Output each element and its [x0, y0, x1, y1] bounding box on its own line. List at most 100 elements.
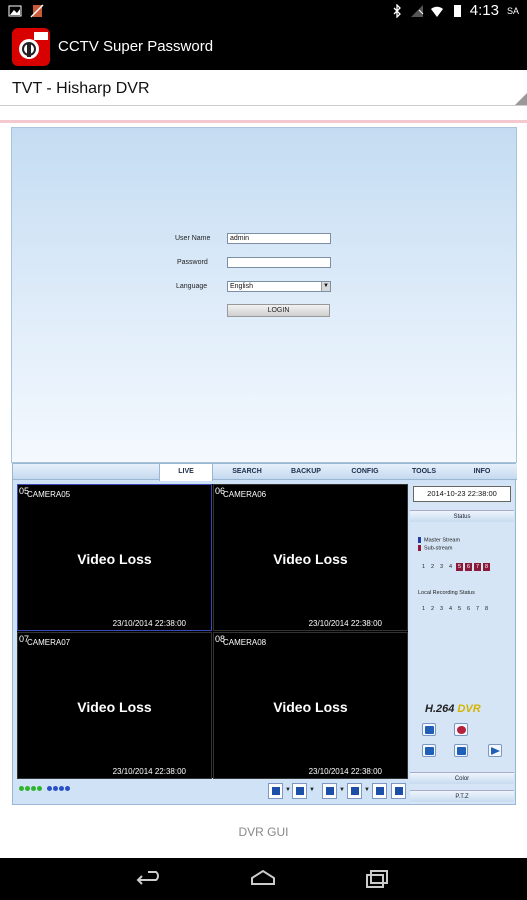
tab-info[interactable]: INFO [455, 464, 509, 480]
microphone-icon [457, 726, 466, 734]
channel-indicator: 8 [484, 606, 489, 612]
app-title: CCTV Super Password [58, 38, 214, 55]
record-icon [425, 726, 434, 734]
legend-label: Sub-stream [424, 545, 453, 552]
tab-search[interactable]: SEARCH [220, 464, 274, 480]
language-value: English [230, 283, 253, 290]
channel-indicator: 7 [474, 563, 481, 571]
local-recording-label: Local Recording Status [418, 590, 475, 596]
channel-indicator: 7 [475, 606, 480, 612]
video-status: Video Loss [77, 699, 152, 715]
channel-indicator: 4 [448, 564, 453, 570]
camera-name: CAMERA08 [223, 638, 267, 647]
camera-tile[interactable]: 08 CAMERA08 Video Loss 23/10/2014 22:38:… [213, 632, 408, 779]
recording-channel-row: 1 2 3 4 5 6 7 8 [420, 605, 490, 613]
speaker-icon [395, 787, 403, 795]
image-icon [8, 5, 22, 17]
record-button[interactable] [422, 723, 436, 736]
username-field[interactable]: admin [227, 233, 331, 244]
wifi-icon [430, 6, 443, 17]
status-dot-green [19, 786, 24, 791]
dropdown-arrow-icon[interactable]: ▼ [309, 787, 315, 793]
no-sim-icon [30, 4, 44, 18]
dropdown-arrow-icon[interactable]: ▼ [321, 282, 330, 291]
quad-view-icon [296, 787, 304, 795]
channel-indicator: 2 [430, 606, 435, 612]
status-dot-green [31, 786, 36, 791]
channel-indicator: 3 [439, 606, 444, 612]
channel-indicator: 5 [456, 563, 463, 571]
ptz-section-header[interactable]: P.T.Z [410, 790, 514, 802]
image-caption: DVR GUI [238, 825, 289, 839]
camera-name: CAMERA05 [27, 490, 71, 499]
back-icon[interactable] [134, 868, 164, 890]
channel-indicator: 1 [421, 606, 426, 612]
legend-swatch [418, 545, 421, 551]
camera-tile[interactable]: 06 CAMERA06 Video Loss 23/10/2014 22:38:… [213, 484, 408, 631]
video-status: Video Loss [77, 551, 152, 567]
tab-tools[interactable]: TOOLS [397, 464, 451, 480]
layout-2x2-button[interactable] [292, 783, 307, 799]
legend-label: Master Stream [424, 537, 461, 544]
dropdown-arrow-icon[interactable]: ▼ [339, 787, 345, 793]
language-select[interactable]: English ▼ [227, 281, 331, 292]
layout-1plus5-button[interactable] [322, 783, 337, 799]
app-logo[interactable] [12, 28, 50, 66]
talk-button[interactable] [454, 723, 468, 736]
layout-1x1-button[interactable] [268, 783, 283, 799]
status-bar: 4:13 SA [0, 0, 527, 24]
camera-timestamp: 23/10/2014 22:38:00 [308, 767, 382, 776]
channel-indicator: 6 [465, 563, 472, 571]
brand-dvr: DVR [457, 703, 481, 715]
status-dot-blue [59, 786, 64, 791]
brand-h264: H.264 [425, 703, 455, 715]
status-dot-blue [47, 786, 52, 791]
color-section-header[interactable]: Color [410, 772, 514, 784]
snapshot-button[interactable] [422, 744, 436, 757]
multi-view-icon [351, 787, 359, 795]
dropdown-arrow-icon[interactable]: ▼ [364, 787, 370, 793]
grid-view-icon [376, 787, 384, 795]
camera-timestamp: 23/10/2014 22:38:00 [112, 767, 186, 776]
clock: 4:13 [469, 2, 499, 19]
video-grid: 05 CAMERA05 Video Loss 23/10/2014 22:38:… [17, 484, 408, 779]
channel-indicator: 6 [466, 606, 471, 612]
camera-tile[interactable]: 07 CAMERA07 Video Loss 23/10/2014 22:38:… [17, 632, 212, 779]
layout-3x3-button[interactable] [372, 783, 387, 799]
password-field[interactable] [227, 257, 331, 268]
tab-bar: LIVE SEARCH BACKUP CONFIG TOOLS INFO [13, 464, 517, 481]
single-view-icon [272, 787, 280, 795]
login-button[interactable]: LOGIN [227, 304, 330, 317]
bluetooth-icon [393, 3, 401, 18]
settings-button[interactable] [454, 744, 468, 757]
status-dot-blue [53, 786, 58, 791]
page-title-bar: TVT - Hisharp DVR [0, 70, 527, 106]
battery-icon [453, 4, 461, 17]
tab-config[interactable]: CONFIG [338, 464, 392, 480]
dvr-sidebar: 2014-10-23 22:38:00 Status Master Stream… [410, 484, 514, 804]
play-button[interactable] [488, 744, 502, 757]
no-signal-icon [410, 4, 424, 17]
layout-1plus7-button[interactable] [347, 783, 362, 799]
page-title: TVT - Hisharp DVR [12, 80, 150, 97]
channel-indicator: 5 [457, 606, 462, 612]
language-label: Language [176, 283, 208, 290]
action-bar: CCTV Super Password [0, 24, 527, 70]
gear-icon [457, 747, 466, 755]
web-content[interactable]: User Name admin Password Language Englis… [0, 106, 527, 858]
divider [0, 120, 527, 123]
datetime-display: 2014-10-23 22:38:00 [413, 486, 511, 502]
recent-apps-icon[interactable] [362, 868, 392, 890]
channel-indicator: 2 [430, 564, 435, 570]
channel-indicator: 3 [439, 564, 444, 570]
channel-indicator: 4 [448, 606, 453, 612]
home-icon[interactable] [248, 868, 278, 890]
master-stream-legend: Master Stream [418, 537, 460, 543]
status-header[interactable]: Status [410, 510, 514, 522]
screen: 4:13 SA CCTV Super Password TVT - Hisharp… [0, 0, 527, 900]
audio-button[interactable] [391, 783, 406, 799]
dropdown-arrow-icon[interactable]: ▼ [285, 787, 291, 793]
camera-tile[interactable]: 05 CAMERA05 Video Loss 23/10/2014 22:38:… [17, 484, 212, 631]
tab-live[interactable]: LIVE [159, 464, 213, 481]
tab-backup[interactable]: BACKUP [279, 464, 333, 480]
